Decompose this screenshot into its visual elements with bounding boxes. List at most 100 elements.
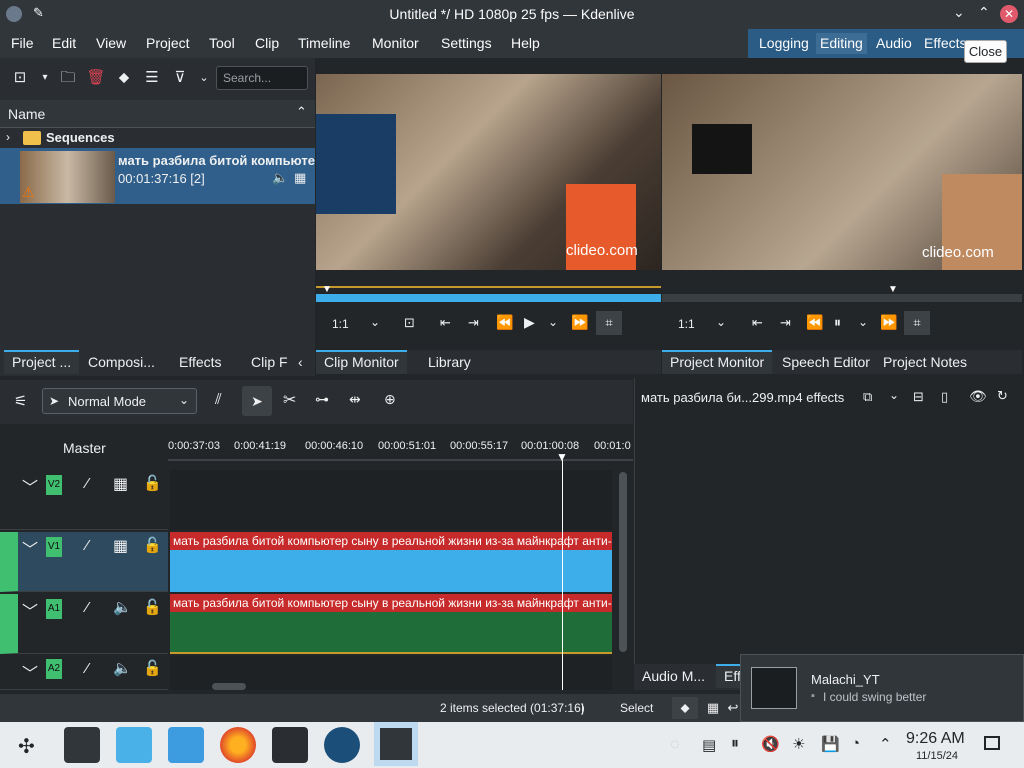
video-toggle-v2-icon[interactable]: ▦ (113, 474, 128, 494)
set-out-icon[interactable]: ⇥ (468, 315, 479, 331)
save-stack-icon[interactable]: ⊟ (913, 389, 924, 405)
show-desktop-icon[interactable] (984, 736, 1000, 750)
dropdown-icon[interactable]: ▾ (34, 67, 56, 89)
project-play-dropdown-icon[interactable]: ⌄ (858, 315, 868, 329)
timeline-video-clip[interactable]: мать разбила битой компьютер сыну в реал… (170, 532, 612, 592)
tab-project-monitor[interactable]: Project Monitor (662, 350, 773, 374)
audio-toggle-a2-icon[interactable]: 🔈 (113, 659, 132, 677)
expand-chevron-icon[interactable]: › (6, 130, 10, 144)
filter-dropdown-icon[interactable]: ⌄ (193, 67, 215, 89)
tab-compositions[interactable]: Composi... (80, 350, 163, 374)
menu-project[interactable]: Project (146, 35, 190, 51)
app-launcher-icon[interactable]: ✣ (18, 734, 35, 759)
video-toggle-v1-icon[interactable]: ▦ (113, 536, 128, 556)
menu-file[interactable]: File (11, 35, 34, 51)
track-header-a2[interactable]: ﹀ A2 ⁄ 🔈 🔓 (0, 656, 168, 690)
minimize-icon[interactable]: ⌄ (953, 4, 965, 21)
taskbar-mixer-icon[interactable] (64, 727, 100, 763)
taskbar-kdenlive-icon[interactable] (374, 722, 418, 766)
project-monitor-video[interactable]: clideo.com (662, 74, 1022, 270)
tab-project-bin[interactable]: Project ... (4, 350, 80, 374)
timeline-horizontal-scrollbar[interactable] (212, 683, 246, 690)
menu-settings[interactable]: Settings (441, 35, 492, 51)
crop-icon[interactable]: ⌗ (596, 311, 622, 335)
tray-volume-muted-icon[interactable]: 🔇 (761, 735, 780, 753)
clip-zoom-label[interactable]: 1:1 (332, 317, 349, 331)
eye-icon[interactable]: 👁 (969, 388, 987, 405)
effects-a1-icon[interactable]: ⁄ (86, 599, 89, 616)
collapse-v2-icon[interactable]: ﹀ (22, 474, 38, 498)
master-header[interactable]: Master (0, 430, 168, 468)
track-header-a1[interactable]: ﹀ A1 ⁄ 🔈 🔓 (0, 594, 168, 654)
sort-chevron-icon[interactable]: ⌃ (296, 104, 307, 120)
list-view-icon[interactable]: ☰ (141, 67, 163, 89)
tab-project-notes[interactable]: Project Notes (875, 350, 975, 374)
razor-tool-icon[interactable]: ✂ (283, 390, 296, 410)
tab-scroll-left-icon[interactable]: ‹ (295, 350, 306, 374)
tray-media-icon[interactable]: ⏸ (731, 735, 739, 753)
collapse-v1-icon[interactable]: ﹀ (22, 536, 38, 560)
layout-audio[interactable]: Audio (876, 35, 912, 51)
clip-monitor-video[interactable]: clideo.com (316, 74, 661, 270)
menu-timeline[interactable]: Timeline (298, 35, 350, 51)
tag-icon[interactable]: ⬥ (113, 67, 135, 89)
collapse-a2-icon[interactable]: ﹀ (22, 660, 38, 684)
tab-speech-editor[interactable]: Speech Editor (774, 350, 878, 374)
bin-column-header[interactable]: Name ⌃ (0, 100, 315, 128)
edit-mode-select[interactable]: ➤ Normal Mode ⌄ (42, 388, 197, 414)
add-clip-icon[interactable]: ⊡ (9, 67, 31, 89)
delete-icon[interactable]: 🗑 (85, 67, 107, 89)
tab-clip-properties[interactable]: Clip F (243, 350, 296, 374)
clock-time[interactable]: 9:26 AM (906, 730, 965, 748)
taskbar-discover-icon[interactable] (116, 727, 152, 763)
tray-storage-icon[interactable]: 💾 (821, 735, 840, 753)
timeline-vertical-scrollbar[interactable] (619, 472, 627, 652)
maximize-icon[interactable]: ⌃ (978, 4, 990, 21)
tab-effects[interactable]: Effects (171, 350, 230, 374)
select-tool-icon[interactable]: ➤ (242, 386, 272, 416)
tray-brightness-icon[interactable]: ☀ (792, 735, 805, 753)
clip-monitor-ruler[interactable]: ▼ (316, 270, 661, 302)
chat-notification[interactable]: Malachi_YT ▪ I could swing better (740, 654, 1024, 722)
tab-library[interactable]: Library (420, 350, 479, 374)
tray-clipboard-icon[interactable]: ▤ (702, 736, 716, 754)
clip-zoom-dropdown-icon[interactable]: ⌄ (370, 315, 380, 329)
lock-v2-icon[interactable]: 🔓 (143, 474, 162, 492)
collapse-a1-icon[interactable]: ﹀ (22, 598, 38, 622)
taskbar-files-icon[interactable] (168, 727, 204, 763)
clip-progress-bar[interactable] (316, 294, 661, 302)
set-in-icon[interactable]: ⇤ (440, 315, 451, 331)
layout-logging[interactable]: Logging (759, 35, 809, 51)
compare-icon[interactable]: ⧉ (863, 389, 872, 405)
project-monitor-ruler[interactable]: ▼ (662, 270, 1022, 302)
menu-clip[interactable]: Clip (255, 35, 279, 51)
ripple-tool-icon[interactable]: ⇹ (349, 391, 361, 408)
taskbar-firefox-icon[interactable] (220, 727, 256, 763)
menu-help[interactable]: Help (511, 35, 540, 51)
split-compare-icon[interactable]: ▯ (941, 389, 948, 405)
track-header-v1[interactable]: ﹀ V1 ⁄ ▦ 🔓 (0, 532, 168, 592)
project-set-in-icon[interactable]: ⇤ (752, 315, 763, 331)
layout-effects[interactable]: Effects (924, 35, 967, 51)
clip-playhead-icon[interactable]: ▼ (322, 284, 332, 295)
track-lane-v2[interactable] (170, 470, 612, 530)
folder-add-icon[interactable]: 🗀 (57, 67, 79, 89)
lock-a2-icon[interactable]: 🔓 (143, 659, 162, 677)
project-crop-icon[interactable]: ⌗ (904, 311, 930, 335)
timeline-audio-clip[interactable]: мать разбила битой компьютер сыну в реал… (170, 594, 612, 654)
project-forward-icon[interactable]: ⏩ (880, 314, 897, 331)
tray-status-icon[interactable]: ◌ (670, 736, 680, 754)
project-set-out-icon[interactable]: ⇥ (780, 315, 791, 331)
tab-audio-mixer[interactable]: Audio M... (634, 664, 713, 688)
tray-expand-icon[interactable]: ⌃ (879, 735, 892, 753)
layout-editing[interactable]: Editing (816, 33, 867, 54)
clock-date[interactable]: 11/15/24 (916, 750, 958, 762)
reset-icon[interactable]: ↻ (997, 388, 1008, 404)
status-tag-icon[interactable]: ⬥ (672, 697, 698, 719)
play-icon[interactable]: ▶ (524, 314, 535, 331)
project-playhead-icon[interactable]: ▼ (888, 284, 898, 295)
slide-tool-icon[interactable]: ⊕ (384, 391, 396, 408)
status-video-icon[interactable]: ▦ (702, 697, 724, 719)
taskbar-steam-icon[interactable] (324, 727, 360, 763)
spacer-tool-icon[interactable]: ⫽ (215, 391, 222, 408)
